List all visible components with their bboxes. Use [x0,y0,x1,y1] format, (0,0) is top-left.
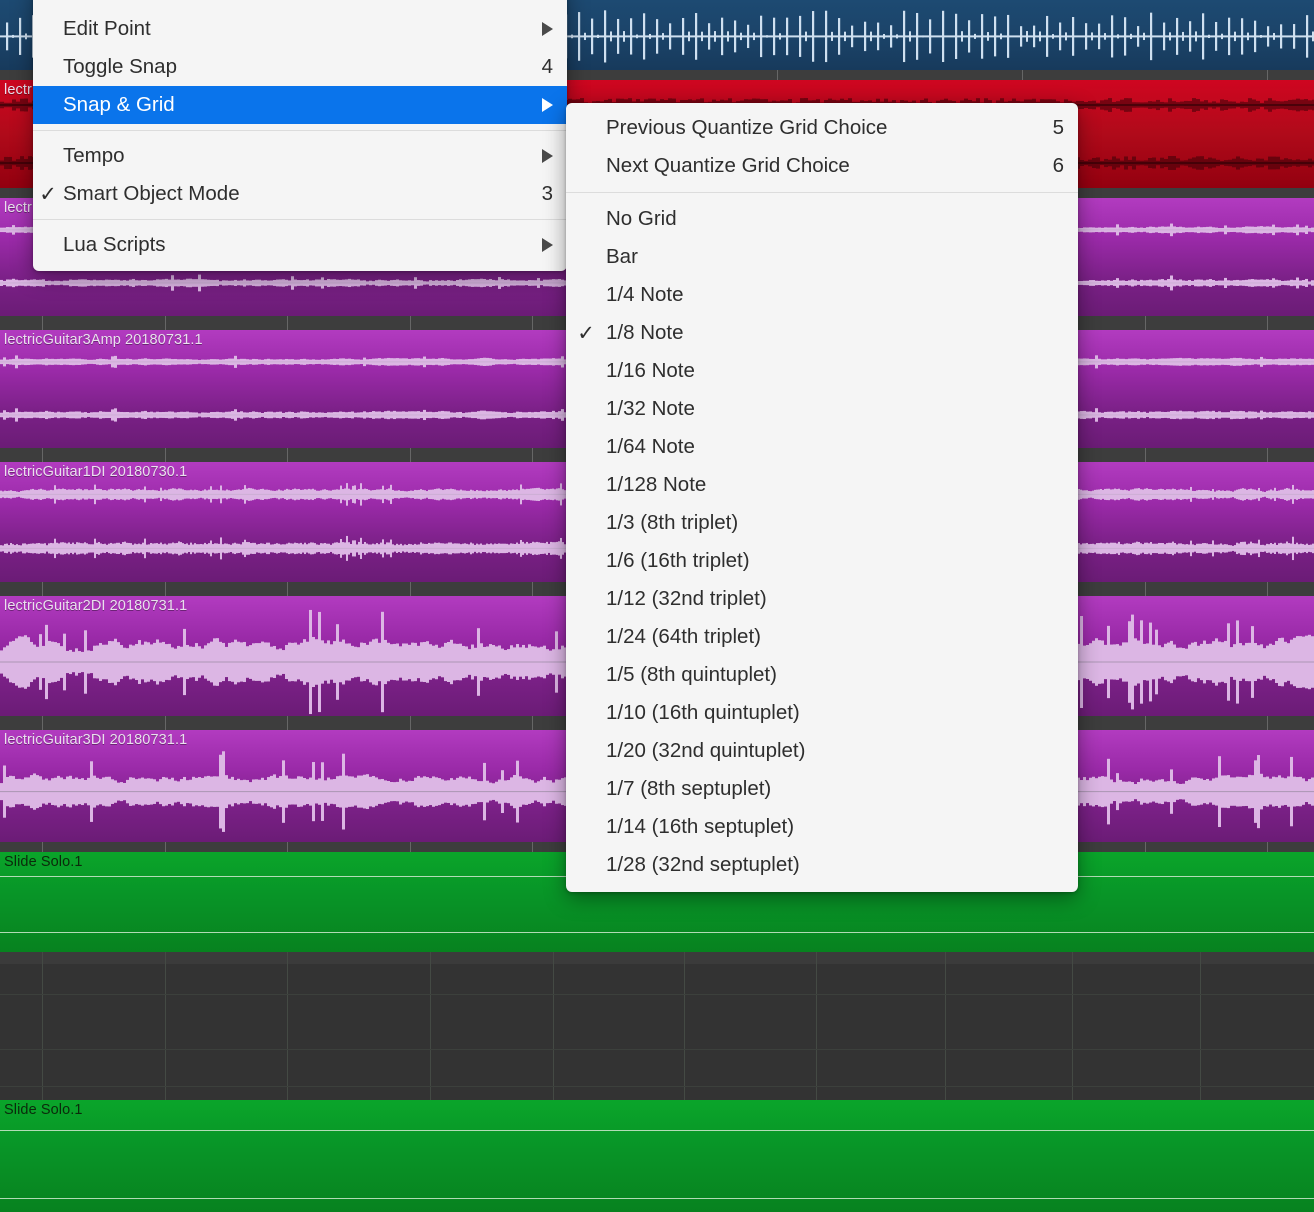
menu-item-sixteenth-note[interactable]: 1/16 Note [566,352,1078,390]
menu-item-label: 1/5 (8th quintuplet) [606,663,1064,687]
submenu-arrow-icon [542,22,553,36]
context-menu[interactable]: Edit Point Toggle Snap 4 Snap & Grid Tem… [33,0,567,271]
menu-item-128th-note[interactable]: 1/128 Note [566,466,1078,504]
menu-item-shortcut: 6 [1033,154,1064,178]
menu-item-sixtyfourth-note[interactable]: 1/64 Note [566,428,1078,466]
menu-separator [566,192,1078,193]
menu-item-label: 1/3 (8th triplet) [606,511,1064,535]
menu-item-label: Bar [606,245,1064,269]
menu-separator [33,130,567,131]
menu-item-label: 1/128 Note [606,473,1064,497]
menu-item-eighth-note[interactable]: ✓ 1/8 Note [566,314,1078,352]
track-lane-slide-solo-b[interactable]: Slide Solo.1 [0,1100,1314,1212]
menu-item-label: 1/16 Note [606,359,1064,383]
menu-item-next-quantize-grid-choice[interactable]: Next Quantize Grid Choice 6 [566,147,1078,185]
menu-item-bar[interactable]: Bar [566,238,1078,276]
menu-item-sixteenth-septuplet[interactable]: 1/14 (16th septuplet) [566,808,1078,846]
menu-item-label: 1/12 (32nd triplet) [606,587,1064,611]
menu-item-label: Lua Scripts [63,233,522,257]
menu-item-label: No Grid [606,207,1064,231]
menu-item-label: 1/32 Note [606,397,1064,421]
menu-item-sixtyfourth-triplet[interactable]: 1/24 (64th triplet) [566,618,1078,656]
menu-item-eighth-triplet[interactable]: 1/3 (8th triplet) [566,504,1078,542]
menu-item-tempo[interactable]: Tempo [33,137,567,175]
menu-item-thirtysecond-note[interactable]: 1/32 Note [566,390,1078,428]
menu-item-label: 1/10 (16th quintuplet) [606,701,1064,725]
menu-item-label: 1/24 (64th triplet) [606,625,1064,649]
automation-line [0,1130,1314,1131]
menu-item-label: Previous Quantize Grid Choice [606,116,1033,140]
menu-item-label: 1/6 (16th triplet) [606,549,1064,573]
menu-item-lua-scripts[interactable]: Lua Scripts [33,226,567,264]
menu-item-label: Tempo [63,144,522,168]
menu-item-eighth-septuplet[interactable]: 1/7 (8th septuplet) [566,770,1078,808]
menu-item-label: 1/28 (32nd septuplet) [606,853,1064,877]
menu-item-label: 1/4 Note [606,283,1064,307]
menu-item-snap-and-grid[interactable]: Snap & Grid [33,86,567,124]
menu-item-thirtysecond-septuplet[interactable]: 1/28 (32nd septuplet) [566,846,1078,884]
menu-item-label: Edit Point [63,17,522,41]
submenu-arrow-icon [542,98,553,112]
menu-item-label: 1/7 (8th septuplet) [606,777,1064,801]
menu-item-label: Toggle Snap [63,55,522,79]
menu-item-quarter-note[interactable]: 1/4 Note [566,276,1078,314]
submenu-arrow-icon [542,238,553,252]
clip-label: Slide Solo.1 [4,1102,83,1118]
checkmark-icon: ✓ [566,323,606,344]
menu-item-no-grid[interactable]: No Grid [566,200,1078,238]
menu-item-label: 1/64 Note [606,435,1064,459]
menu-item-label: Smart Object Mode [63,182,522,206]
menu-item-shortcut: 3 [522,182,553,206]
menu-item-eighth-quintuplet[interactable]: 1/5 (8th quintuplet) [566,656,1078,694]
grid-region-header [0,952,1314,964]
menu-item-thirtysecond-triplet[interactable]: 1/12 (32nd triplet) [566,580,1078,618]
menu-item-label: 1/14 (16th septuplet) [606,815,1064,839]
automation-line [0,1198,1314,1199]
menu-item-clipped[interactable] [33,0,567,10]
menu-item-sixteenth-quintuplet[interactable]: 1/10 (16th quintuplet) [566,694,1078,732]
menu-item-smart-object-mode[interactable]: ✓ Smart Object Mode 3 [33,175,567,213]
snap-and-grid-submenu[interactable]: Previous Quantize Grid Choice 5 Next Qua… [566,103,1078,892]
menu-item-label: Next Quantize Grid Choice [606,154,1033,178]
automation-line [0,932,1314,933]
midi-grid-region[interactable] [0,952,1314,1100]
menu-item-previous-quantize-grid-choice[interactable]: Previous Quantize Grid Choice 5 [566,109,1078,147]
menu-item-sixteenth-triplet[interactable]: 1/6 (16th triplet) [566,542,1078,580]
menu-item-toggle-snap[interactable]: Toggle Snap 4 [33,48,567,86]
menu-item-edit-point[interactable]: Edit Point [33,10,567,48]
menu-item-shortcut: 5 [1033,116,1064,140]
checkmark-icon: ✓ [33,184,63,205]
clip-label: Slide Solo.1 [4,854,83,870]
daw-window: lectr lectr lectricGuitar3Amp 20180731.1 [0,0,1314,1212]
submenu-arrow-icon [542,149,553,163]
menu-item-label: Snap & Grid [63,93,522,117]
menu-separator [33,219,567,220]
menu-item-label: 1/8 Note [606,321,1064,345]
menu-item-label: 1/20 (32nd quintuplet) [606,739,1064,763]
menu-item-thirtysecond-quintuplet[interactable]: 1/20 (32nd quintuplet) [566,732,1078,770]
menu-item-shortcut: 4 [522,55,553,79]
